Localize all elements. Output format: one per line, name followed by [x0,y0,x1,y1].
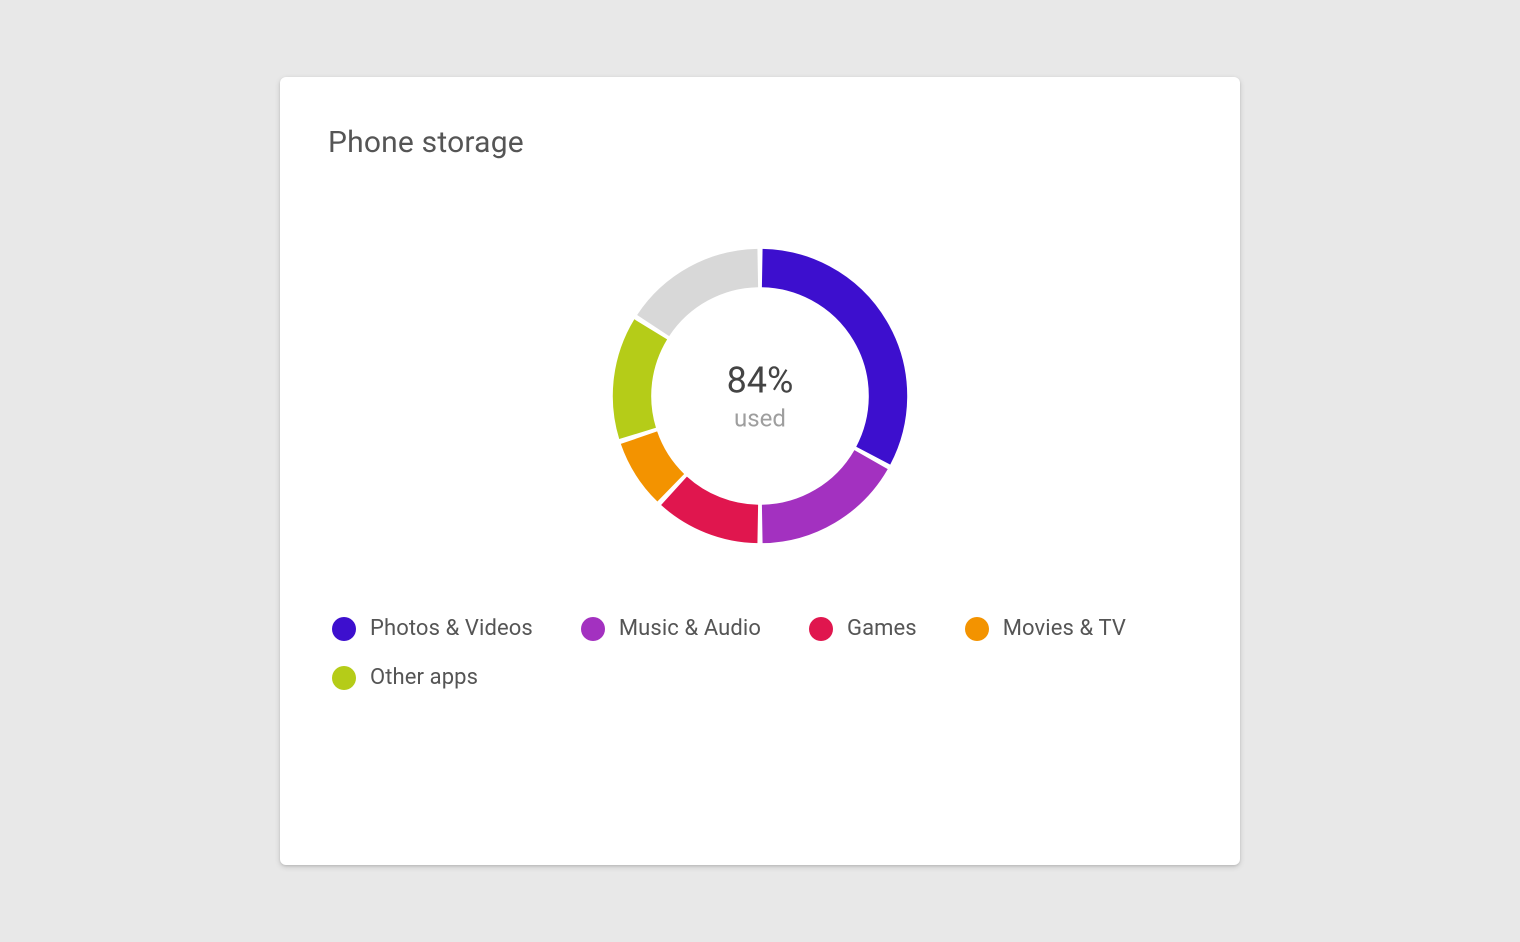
legend-item: Other apps [332,665,478,690]
donut-segment [632,329,651,433]
donut-percent: 84% [727,359,794,402]
donut-segment [762,460,871,524]
donut-segment [674,491,758,524]
legend: Photos & Videos Music & Audio Games Movies … [328,616,1192,690]
chart-area: 84% used [328,176,1192,616]
legend-label: Photos & Videos [370,616,533,641]
legend-swatch [332,617,356,641]
legend-item: Music & Audio [581,616,761,641]
donut-segment [639,438,671,488]
donut-sublabel: used [727,405,794,433]
legend-swatch [965,617,989,641]
storage-card: Phone storage 84% used Photos & Videos Mu… [280,77,1240,865]
card-title: Phone storage [328,125,1192,160]
legend-swatch [581,617,605,641]
legend-label: Other apps [370,665,478,690]
legend-label: Games [847,616,917,641]
legend-item: Movies & TV [965,616,1126,641]
legend-item: Games [809,616,917,641]
legend-swatch [809,617,833,641]
legend-swatch [332,666,356,690]
legend-label: Movies & TV [1003,616,1126,641]
legend-item: Photos & Videos [332,616,533,641]
legend-label: Music & Audio [619,616,761,641]
donut-segment [653,268,758,326]
donut-chart: 84% used [600,236,920,556]
donut-center: 84% used [727,359,794,432]
